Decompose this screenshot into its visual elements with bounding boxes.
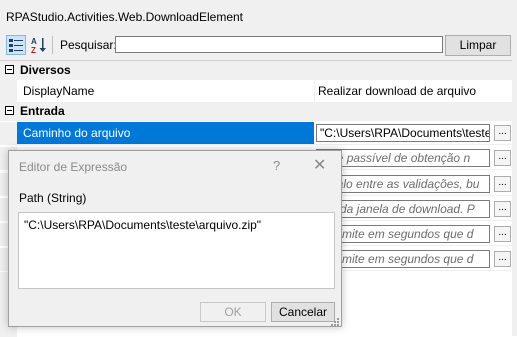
property-row-file-path[interactable]: Caminho do arquivo "C:\Users\RPA\Documen… [0, 122, 517, 145]
collapse-icon[interactable] [5, 106, 14, 115]
category-label: Diversos [20, 63, 71, 77]
help-icon[interactable]: ? [273, 158, 280, 173]
property-name: Caminho do arquivo [17, 122, 314, 144]
property-value-input[interactable]: "C:\Users\RPA\Documents\teste [316, 124, 490, 142]
window-title: RPAStudio.Activities.Web.DownloadElement [6, 10, 243, 24]
expression-editor-button[interactable]: ... [494, 176, 511, 192]
sort-alphabetical-button[interactable]: A Z [29, 35, 49, 55]
category-label: Entrada [20, 104, 65, 118]
svg-text:A: A [31, 37, 37, 46]
property-value-input[interactable]: me da janela de download. P [316, 200, 490, 218]
sort-alphabetical-icon: A Z [31, 37, 46, 55]
category-entrada[interactable]: Entrada [0, 102, 517, 121]
expression-editor-button[interactable]: ... [494, 150, 511, 166]
expression-editor-button[interactable]: ... [494, 226, 511, 242]
property-name: DisplayName [23, 84, 95, 98]
categorized-view-button[interactable] [6, 35, 26, 55]
category-diversos[interactable]: Diversos [0, 61, 517, 80]
search-input[interactable] [115, 36, 443, 53]
cancel-button[interactable]: Cancelar [271, 302, 335, 322]
categorized-view-icon [9, 39, 23, 52]
dialog-title: Editor de Expressão [19, 160, 128, 174]
expression-type-label: Path (String) [19, 191, 87, 205]
property-value-input[interactable]: ente passível de obtenção n [316, 149, 490, 167]
ok-button[interactable]: OK [200, 302, 266, 322]
resize-grip-icon[interactable] [330, 317, 340, 327]
grid-right-edge [512, 60, 517, 336]
property-value-input[interactable]: po limite em segundos que d [316, 225, 490, 243]
close-icon[interactable]: ✕ [313, 155, 326, 175]
expression-editor-button[interactable]: ... [494, 125, 511, 141]
expression-editor-input[interactable]: "C:\Users\RPA\Documents\teste\arquivo.zi… [18, 212, 335, 289]
property-value-input[interactable]: po limite em segundos que d [316, 250, 490, 268]
svg-text:Z: Z [31, 46, 36, 54]
collapse-icon[interactable] [5, 65, 14, 74]
property-row-displayname[interactable]: DisplayName Realizar download de arquivo [0, 80, 517, 103]
row-gutter [0, 80, 17, 102]
property-value[interactable]: Realizar download de arquivo [318, 80, 494, 102]
column-divider[interactable] [314, 80, 315, 102]
property-value-input[interactable]: ervalo entre as validações, bu [316, 175, 490, 193]
toolbar-separator [52, 36, 53, 54]
expression-editor-button[interactable]: ... [494, 251, 511, 267]
search-label: Pesquisar: [60, 38, 117, 52]
row-gutter [0, 122, 17, 144]
expression-editor-button[interactable]: ... [494, 201, 511, 217]
expression-editor-dialog: Editor de Expressão ? ✕ Path (String) "C… [8, 150, 342, 327]
clear-button[interactable]: Limpar [445, 35, 511, 56]
